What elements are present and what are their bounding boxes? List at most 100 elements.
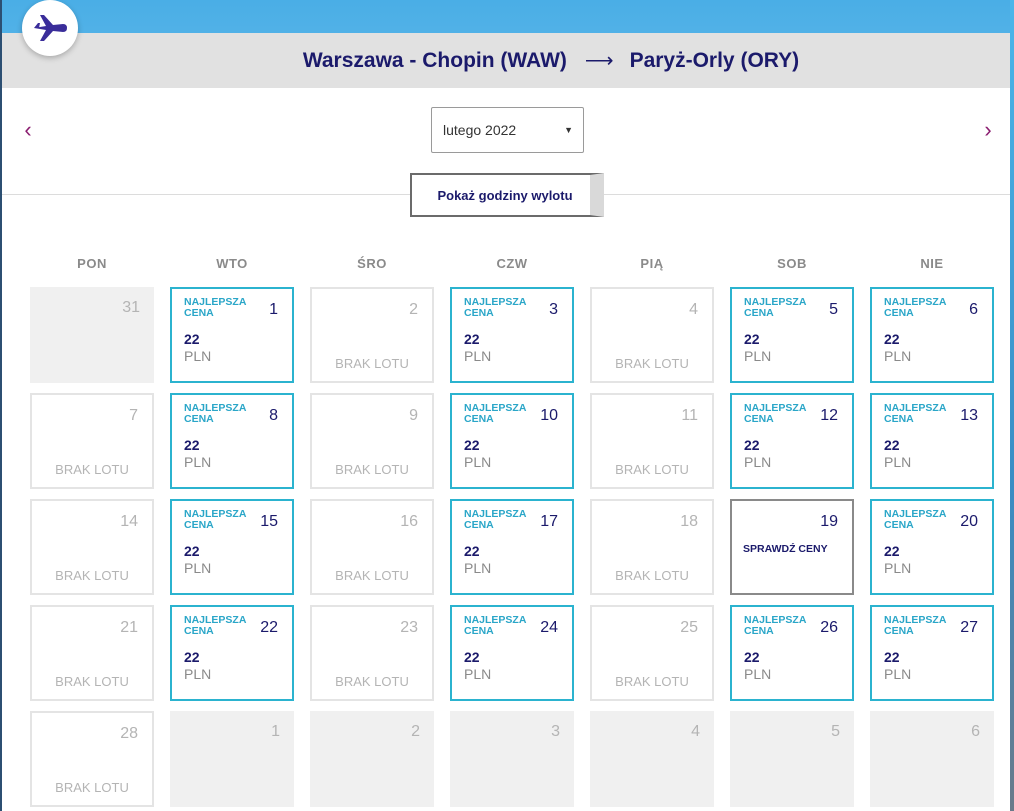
calendar-day-best[interactable]: 8 NAJLEPSZA CENA 22 PLN xyxy=(170,393,294,489)
day-number: 31 xyxy=(122,299,140,316)
price-currency: PLN xyxy=(884,560,912,576)
weekday-label: CZW xyxy=(496,256,528,271)
price-currency: PLN xyxy=(884,348,912,364)
day-number: 5 xyxy=(829,301,838,318)
no-flight-label: BRAK LOTU xyxy=(615,568,689,583)
airplane-logo-icon xyxy=(22,0,78,56)
day-number: 12 xyxy=(820,407,838,424)
price-value: 22 xyxy=(464,543,480,559)
weekday-label: NIE xyxy=(920,256,944,271)
origin-airport: Warszawa - Chopin (WAW) xyxy=(302,48,567,72)
next-month-button[interactable]: › xyxy=(978,118,998,142)
day-number: 17 xyxy=(540,513,558,530)
day-number: 11 xyxy=(681,407,698,424)
day-number: 5 xyxy=(831,723,840,740)
day-number: 23 xyxy=(400,619,418,636)
previous-month-button[interactable]: ‹ xyxy=(18,118,38,142)
price-value: 22 xyxy=(464,649,480,665)
calendar-day-past: 31 xyxy=(30,287,154,383)
price-value: 22 xyxy=(744,437,760,453)
route-header: Warszawa - Chopin (WAW) ⟶ Paryż-Orly (OR… xyxy=(2,33,1010,88)
calendar-day-past: 5 xyxy=(730,711,854,807)
best-price-label: NAJLEPSZA CENA xyxy=(184,402,247,425)
day-number: 4 xyxy=(691,723,700,740)
weekday-label: ŚRO xyxy=(357,256,387,271)
price-value: 22 xyxy=(744,649,760,665)
calendar-day-no-flight: 4 BRAK LOTU xyxy=(590,287,714,383)
calendar-day-no-flight: 21 BRAK LOTU xyxy=(30,605,154,701)
price-value: 22 xyxy=(884,649,900,665)
day-number: 14 xyxy=(120,513,138,530)
dropdown-caret-icon: ▼ xyxy=(564,125,573,135)
price-value: 22 xyxy=(884,543,900,559)
day-number: 1 xyxy=(271,723,280,740)
calendar-day-best[interactable]: 15 NAJLEPSZA CENA 22 PLN xyxy=(170,499,294,595)
price-currency: PLN xyxy=(464,666,492,682)
calendar-day-no-flight: 7 BRAK LOTU xyxy=(30,393,154,489)
day-number: 21 xyxy=(120,619,138,636)
best-price-label: NAJLEPSZA CENA xyxy=(884,508,947,531)
calendar-day-best[interactable]: 3 NAJLEPSZA CENA 22 PLN xyxy=(450,287,574,383)
no-flight-label: BRAK LOTU xyxy=(335,462,409,477)
price-value: 22 xyxy=(184,331,200,347)
best-price-label: NAJLEPSZA CENA xyxy=(184,508,247,531)
price-currency: PLN xyxy=(744,666,772,682)
weekday-label: SOB xyxy=(777,256,807,271)
no-flight-label: BRAK LOTU xyxy=(615,674,689,689)
destination-airport: Paryż-Orly (ORY) xyxy=(629,48,800,72)
calendar-day-best[interactable]: 26 NAJLEPSZA CENA 22 PLN xyxy=(730,605,854,701)
price-value: 22 xyxy=(184,649,200,665)
price-currency: PLN xyxy=(884,454,912,470)
day-number: 2 xyxy=(409,301,418,318)
price-value: 22 xyxy=(184,543,200,559)
show-departure-times-button[interactable]: Pokaż godziny wylotu xyxy=(410,173,604,217)
chevron-right-icon: › xyxy=(984,117,992,142)
day-number: 15 xyxy=(260,513,278,530)
price-currency: PLN xyxy=(184,666,212,682)
day-number: 19 xyxy=(820,513,838,530)
calendar-day-best[interactable]: 5 NAJLEPSZA CENA 22 PLN xyxy=(730,287,854,383)
price-value: 22 xyxy=(884,331,900,347)
price-currency: PLN xyxy=(184,454,212,470)
best-price-label: NAJLEPSZA CENA xyxy=(744,402,807,425)
price-currency: PLN xyxy=(464,560,492,576)
calendar-day-no-flight: 16 BRAK LOTU xyxy=(310,499,434,595)
price-value: 22 xyxy=(184,437,200,453)
weekday-label: WTO xyxy=(216,256,248,271)
background-strip-right xyxy=(1010,0,1014,811)
day-number: 20 xyxy=(960,513,978,530)
weekday-label: PON xyxy=(77,256,107,271)
no-flight-label: BRAK LOTU xyxy=(335,568,409,583)
chevron-left-icon: ‹ xyxy=(24,117,32,142)
best-price-label: NAJLEPSZA CENA xyxy=(744,614,807,637)
no-flight-label: BRAK LOTU xyxy=(335,674,409,689)
calendar-day-past: 3 xyxy=(450,711,574,807)
price-currency: PLN xyxy=(184,560,212,576)
day-number: 18 xyxy=(680,513,698,530)
calendar-day-best[interactable]: 17 NAJLEPSZA CENA 22 PLN xyxy=(450,499,574,595)
day-number: 6 xyxy=(971,723,980,740)
calendar-day-best[interactable]: 6 NAJLEPSZA CENA 22 PLN xyxy=(870,287,994,383)
calendar-day-best[interactable]: 10 NAJLEPSZA CENA 22 PLN xyxy=(450,393,574,489)
best-price-label: NAJLEPSZA CENA xyxy=(884,614,947,637)
day-number: 2 xyxy=(411,723,420,740)
no-flight-label: BRAK LOTU xyxy=(55,462,129,477)
calendar-day-no-flight: 25 BRAK LOTU xyxy=(590,605,714,701)
calendar-day-best[interactable]: 27 NAJLEPSZA CENA 22 PLN xyxy=(870,605,994,701)
calendar-day-best[interactable]: 1 NAJLEPSZA CENA 22 PLN xyxy=(170,287,294,383)
calendar-day-check[interactable]: 19 SPRAWDŹ CENY xyxy=(730,499,854,595)
calendar-day-past: 1 xyxy=(170,711,294,807)
calendar-day-best[interactable]: 24 NAJLEPSZA CENA 22 PLN xyxy=(450,605,574,701)
no-flight-label: BRAK LOTU xyxy=(55,780,129,795)
calendar-day-best[interactable]: 22 NAJLEPSZA CENA 22 PLN xyxy=(170,605,294,701)
price-currency: PLN xyxy=(744,348,772,364)
calendar-day-best[interactable]: 20 NAJLEPSZA CENA 22 PLN xyxy=(870,499,994,595)
calendar-day-no-flight: 11 BRAK LOTU xyxy=(590,393,714,489)
day-number: 1 xyxy=(269,301,278,318)
price-currency: PLN xyxy=(464,454,492,470)
best-price-label: NAJLEPSZA CENA xyxy=(464,402,527,425)
no-flight-label: BRAK LOTU xyxy=(615,356,689,371)
month-select[interactable]: lutego 2022 ▼ xyxy=(431,107,584,153)
calendar-day-best[interactable]: 13 NAJLEPSZA CENA 22 PLN xyxy=(870,393,994,489)
calendar-day-best[interactable]: 12 NAJLEPSZA CENA 22 PLN xyxy=(730,393,854,489)
